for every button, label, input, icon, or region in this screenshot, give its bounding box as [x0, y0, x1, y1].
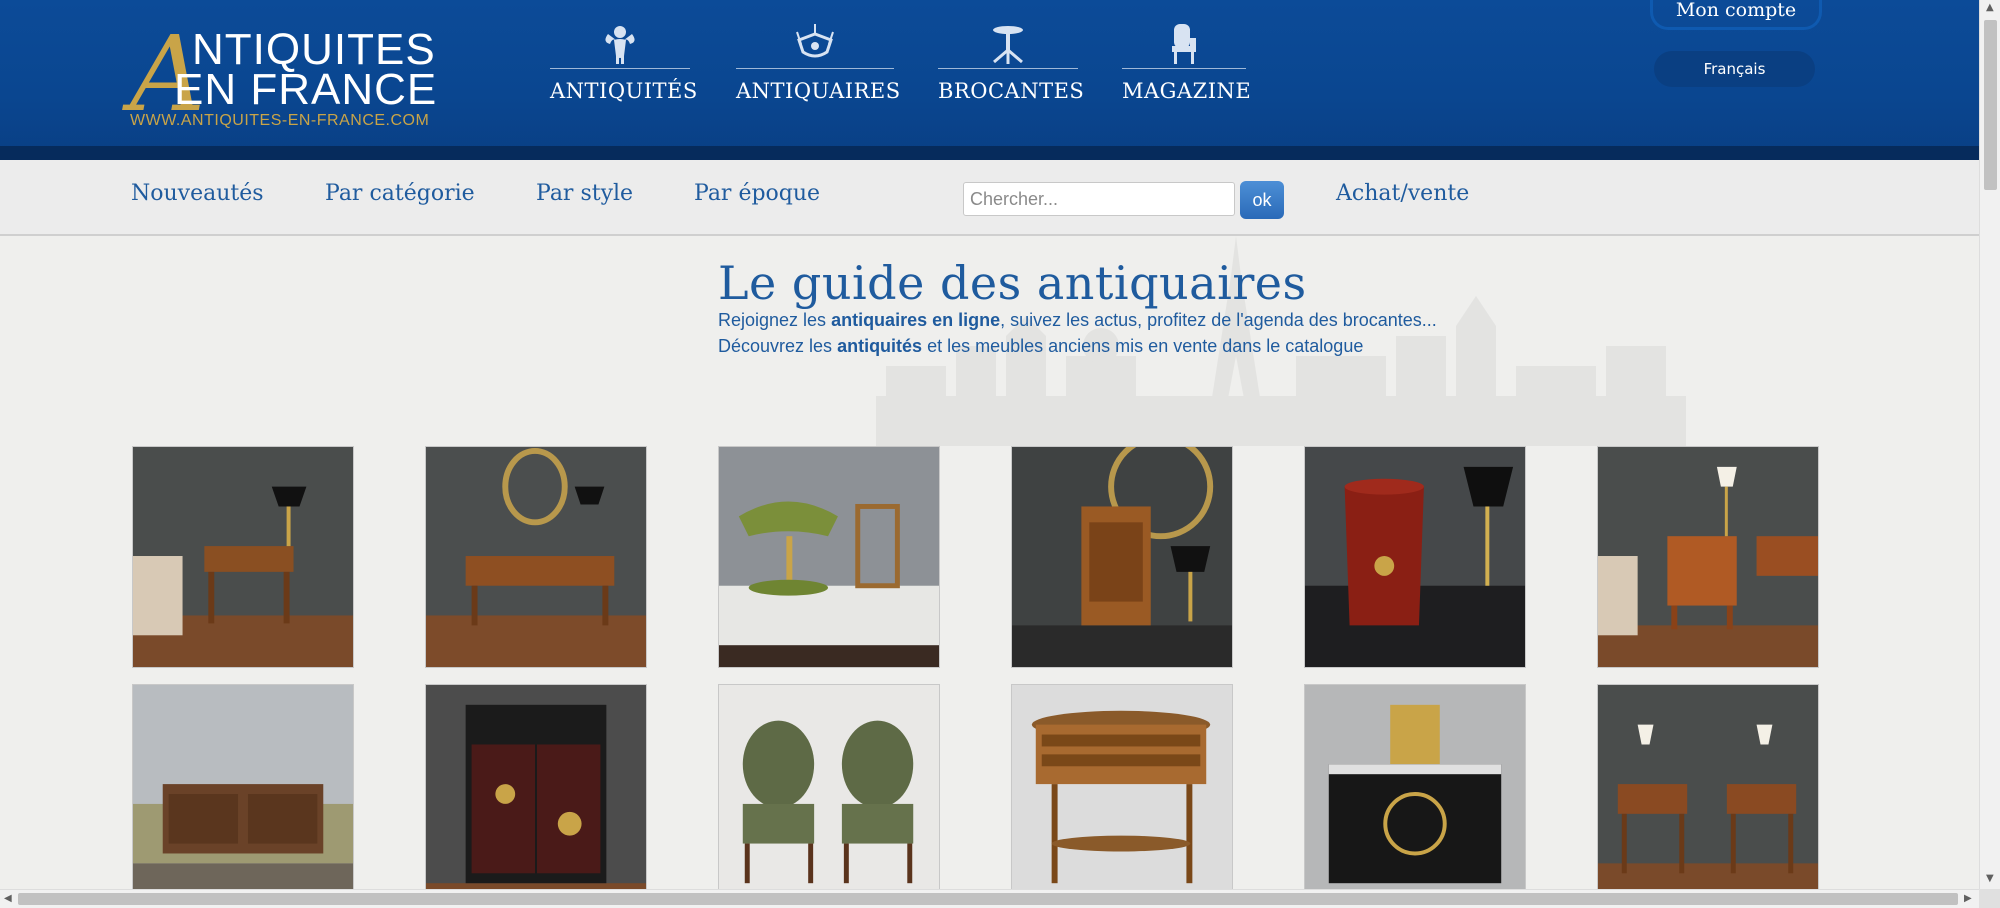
main-nav-label: MAGAZINE [1122, 79, 1252, 103]
nav-rule [938, 68, 1078, 69]
nav-rule [736, 68, 894, 69]
product-image [719, 685, 939, 889]
product-thumbnail[interactable] [1011, 684, 1233, 889]
product-thumbnail[interactable] [718, 446, 940, 668]
hero-line-2-text-end: et les meubles anciens mis en vente dans… [922, 336, 1364, 356]
hero-line-2: Découvrez les antiquités et les meubles … [718, 336, 1363, 357]
logo-line-2: EN FRANCE [174, 65, 438, 114]
product-image [133, 685, 353, 889]
scroll-left-icon[interactable]: ◀ [4, 893, 12, 904]
main-nav-brocantes[interactable]: BROCANTES [938, 22, 1085, 112]
product-thumbnail[interactable] [1597, 446, 1819, 668]
product-image [426, 447, 646, 667]
product-image [133, 447, 353, 667]
sub-nav: Nouveautés Par catégorie Par style Par é… [0, 160, 1979, 236]
product-image [1305, 447, 1525, 667]
chandelier-icon [796, 24, 834, 58]
hero-line-1-bold[interactable]: antiquaires en ligne [831, 310, 1000, 330]
product-thumbnail[interactable] [1304, 446, 1526, 668]
scroll-right-icon[interactable]: ▶ [1964, 893, 1972, 904]
scrollbar-corner [1979, 889, 2000, 908]
product-thumbnail[interactable] [425, 684, 647, 889]
language-selector[interactable]: Français [1654, 51, 1815, 87]
main-nav-label: ANTIQUITÉS [550, 79, 698, 103]
product-image [1012, 447, 1232, 667]
hero-line-1-text-end: , suivez les actus, profitez de l'agenda… [1000, 310, 1437, 330]
hero-line-2-text: Découvrez les [718, 336, 838, 356]
nav-rule [1122, 68, 1246, 69]
product-thumbnail[interactable] [132, 684, 354, 889]
horizontal-scrollbar[interactable]: ◀ ▶ [0, 889, 1979, 908]
product-thumbnail[interactable] [1011, 446, 1233, 668]
hero-line-1: Rejoignez les antiquaires en ligne, suiv… [718, 310, 1437, 331]
account-link[interactable]: Mon compte [1650, 0, 1822, 30]
hero-line-2-bold[interactable]: antiquités [837, 336, 922, 356]
product-image [719, 447, 939, 667]
sub-nav-achat-vente[interactable]: Achat/vente [1336, 181, 1469, 206]
header-band [0, 146, 1979, 160]
logo-url: WWW.ANTIQUITES-EN-FRANCE.COM [130, 112, 430, 129]
product-image [1305, 685, 1525, 889]
pedestal-table-icon [993, 26, 1023, 64]
product-thumbnail[interactable] [1597, 684, 1819, 889]
sub-nav-nouveautes[interactable]: Nouveautés [131, 181, 264, 206]
vertical-scrollbar[interactable]: ▲ ▼ [1979, 0, 2000, 889]
sub-nav-par-style[interactable]: Par style [536, 181, 633, 206]
site-header: A NTIQUITES EN FRANCE WWW.ANTIQUITES-EN-… [0, 0, 1979, 160]
product-thumbnail[interactable] [425, 446, 647, 668]
product-thumbnail[interactable] [1304, 684, 1526, 889]
main-nav-label: BROCANTES [938, 79, 1085, 103]
sub-nav-par-epoque[interactable]: Par époque [694, 181, 820, 206]
armchair-icon [1172, 24, 1196, 64]
search-button[interactable]: ok [1240, 181, 1284, 219]
product-image [1598, 685, 1818, 889]
vertical-scrollbar-thumb[interactable] [1984, 20, 1997, 190]
hero-line-1-text: Rejoignez les [718, 310, 832, 330]
main-nav-antiquites[interactable]: ANTIQUITÉS [550, 22, 698, 112]
scroll-up-icon[interactable]: ▲ [1986, 2, 1994, 13]
main-nav-magazine[interactable]: MAGAZINE [1122, 22, 1252, 112]
sub-nav-par-categorie[interactable]: Par catégorie [325, 181, 475, 206]
product-image [1012, 685, 1232, 889]
page: A NTIQUITES EN FRANCE WWW.ANTIQUITES-EN-… [0, 0, 1979, 889]
product-image [1598, 447, 1818, 667]
cherub-icon [605, 26, 635, 64]
site-logo[interactable]: A NTIQUITES EN FRANCE WWW.ANTIQUITES-EN-… [130, 22, 440, 130]
horizontal-scrollbar-thumb[interactable] [18, 893, 1958, 905]
nav-rule [550, 68, 690, 69]
main-nav-label: ANTIQUAIRES [736, 79, 901, 103]
hero-title: Le guide des antiquaires [718, 256, 1307, 310]
search-input[interactable] [963, 182, 1235, 216]
product-thumbnail[interactable] [718, 684, 940, 889]
product-image [426, 685, 646, 889]
product-thumbnail[interactable] [132, 446, 354, 668]
main-nav-antiquaires[interactable]: ANTIQUAIRES [736, 22, 901, 112]
scroll-down-icon[interactable]: ▼ [1986, 873, 1994, 884]
